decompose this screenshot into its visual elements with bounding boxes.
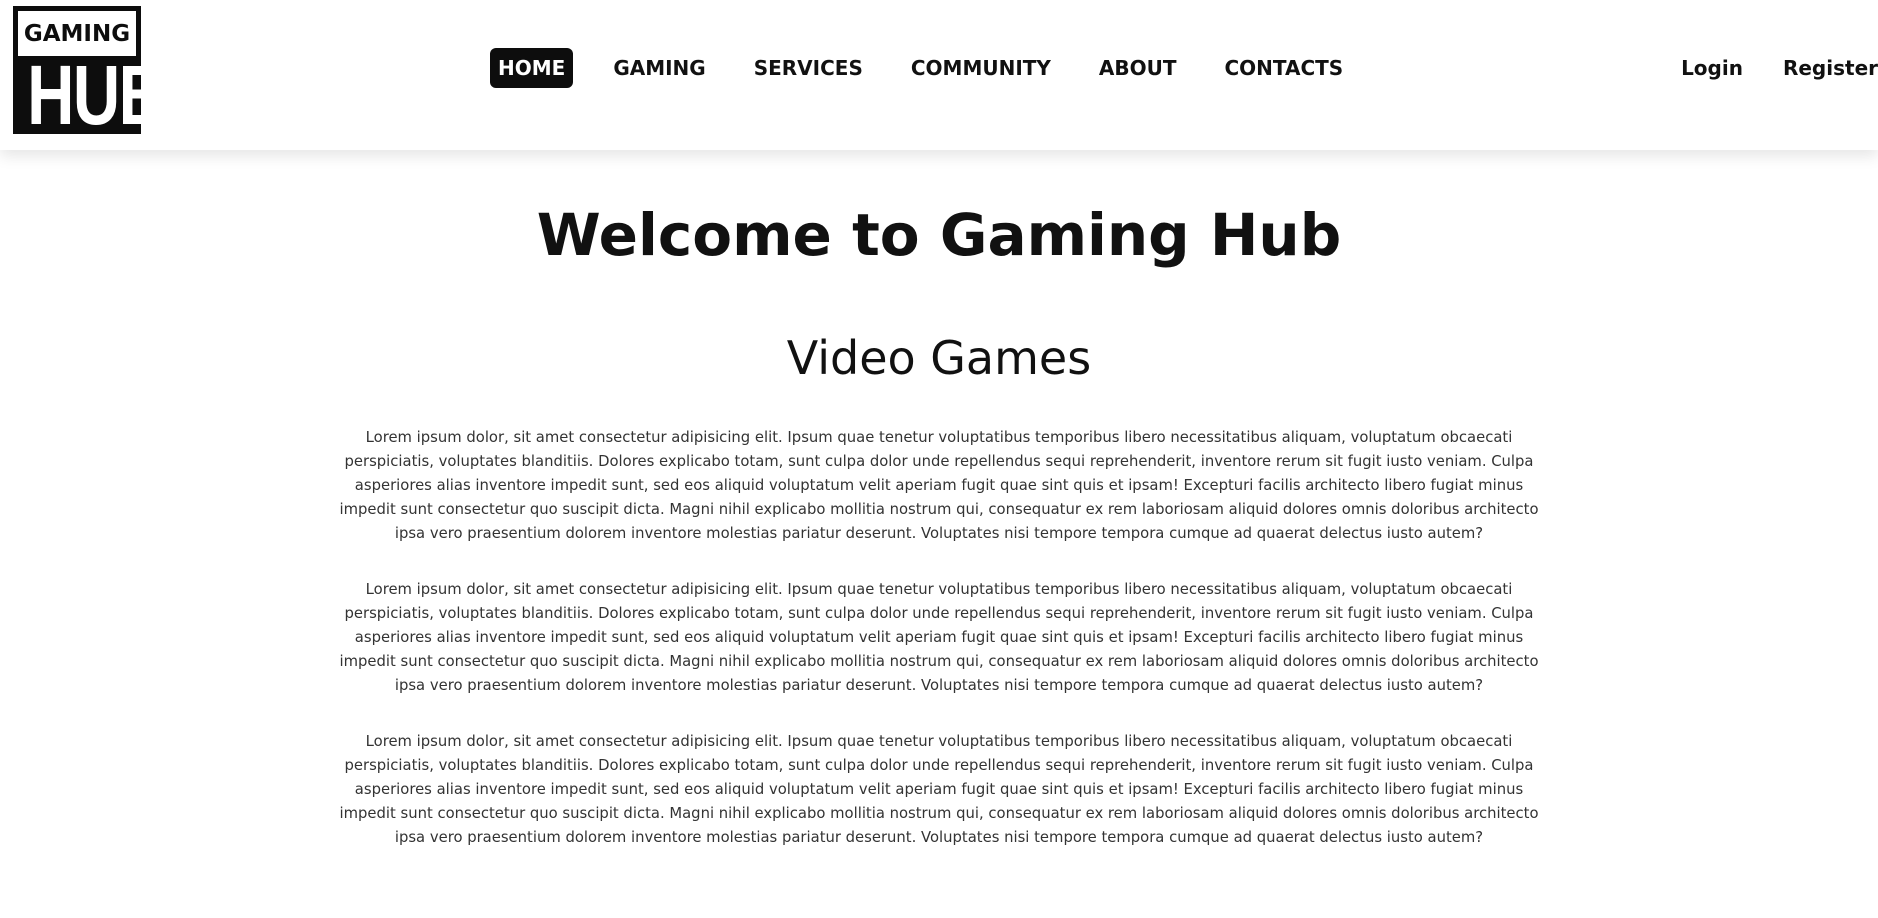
nav-item-gaming[interactable]: GAMING [605,48,713,88]
article-body: Lorem ipsum dolor, sit amet consectetur … [339,426,1539,850]
nav-item-services[interactable]: SERVICES [746,48,871,88]
paragraph: Lorem ipsum dolor, sit amet consectetur … [339,733,1539,846]
main-nav: HOME GAMING SERVICES COMMUNITY ABOUT CON… [490,48,1383,88]
logo-text-bottom: HUB [27,48,166,142]
nav-item-contacts[interactable]: CONTACTS [1217,48,1352,88]
paragraph: Lorem ipsum dolor, sit amet consectetur … [339,429,1539,542]
paragraph: Lorem ipsum dolor, sit amet consectetur … [339,581,1539,694]
page-title: Welcome to Gaming Hub [536,201,1342,269]
site-header: GAMING HUB HOME GAMING SERVICES COMMUNIT… [0,0,1878,150]
section-title: Video Games [786,331,1092,385]
login-link[interactable]: Login [1681,48,1743,88]
nav-item-about[interactable]: ABOUT [1091,48,1185,88]
nav-item-home[interactable]: HOME [490,48,574,88]
auth-links: Login Register [1681,48,1878,88]
register-link[interactable]: Register [1783,48,1878,88]
main-content: Welcome to Gaming Hub Video Games Lorem … [0,150,1878,918]
nav-item-community[interactable]: COMMUNITY [903,48,1059,88]
gaming-hub-logo[interactable]: GAMING HUB [13,6,166,142]
